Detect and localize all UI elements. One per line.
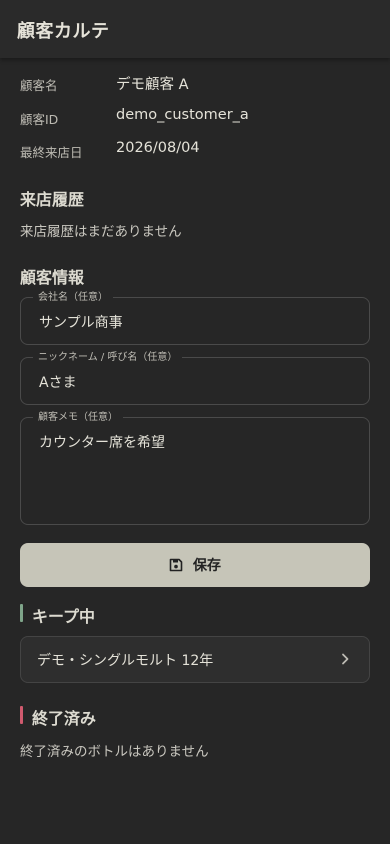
- chevron-right-icon: [342, 653, 349, 665]
- bottle-name: デモ・シングルモルト 12年: [37, 653, 214, 669]
- last-visit-row: 最終来店日 2026/08/04: [20, 140, 370, 162]
- finished-section-title: 終了済み: [32, 709, 97, 728]
- keep-accent-bar: [20, 604, 23, 622]
- customer-name-label: 顧客名: [20, 78, 58, 93]
- customer-name-value: デモ顧客 A: [116, 77, 189, 93]
- customer-id-row: 顧客ID demo_customer_a: [20, 107, 370, 129]
- last-visit-value: 2026/08/04: [116, 140, 200, 156]
- memo-textarea[interactable]: カウンター席を希望: [39, 432, 349, 452]
- company-field[interactable]: 会社名（任意） サンプル商事: [20, 291, 370, 345]
- keep-section-title: キープ中: [32, 607, 96, 626]
- nickname-field-label: ニックネーム / 呼び名（任意）: [33, 351, 183, 364]
- save-icon: [169, 558, 183, 572]
- memo-field-label: 顧客メモ（任意）: [33, 411, 123, 424]
- save-button[interactable]: 保存: [20, 543, 370, 587]
- company-input[interactable]: サンプル商事: [39, 312, 349, 332]
- bottle-list-item[interactable]: デモ・シングルモルト 12年: [20, 636, 370, 683]
- finished-empty-text: 終了済みのボトルはありません: [20, 744, 209, 760]
- customer-chart-screen: 顧客カルテ 顧客名 デモ顧客 A 顧客ID demo_customer_a 最終…: [0, 0, 390, 844]
- memo-field[interactable]: 顧客メモ（任意） カウンター席を希望: [20, 411, 370, 525]
- save-button-label: 保存: [193, 558, 221, 574]
- last-visit-label: 最終来店日: [20, 145, 83, 160]
- page-title: 顧客カルテ: [17, 21, 110, 42]
- customer-name-row: 顧客名 デモ顧客 A: [20, 73, 370, 95]
- finished-accent-bar: [20, 706, 23, 724]
- company-field-label: 会社名（任意）: [33, 291, 113, 304]
- nickname-field[interactable]: ニックネーム / 呼び名（任意） Aさま: [20, 351, 370, 405]
- visit-history-title: 来店履歴: [20, 190, 85, 209]
- app-header: 顧客カルテ: [0, 0, 390, 58]
- customer-id-value: demo_customer_a: [116, 107, 249, 123]
- customer-id-label: 顧客ID: [20, 112, 59, 127]
- nickname-input[interactable]: Aさま: [39, 372, 349, 392]
- visit-history-empty-text: 来店履歴はまだありません: [20, 224, 182, 240]
- customer-info-title: 顧客情報: [20, 268, 85, 287]
